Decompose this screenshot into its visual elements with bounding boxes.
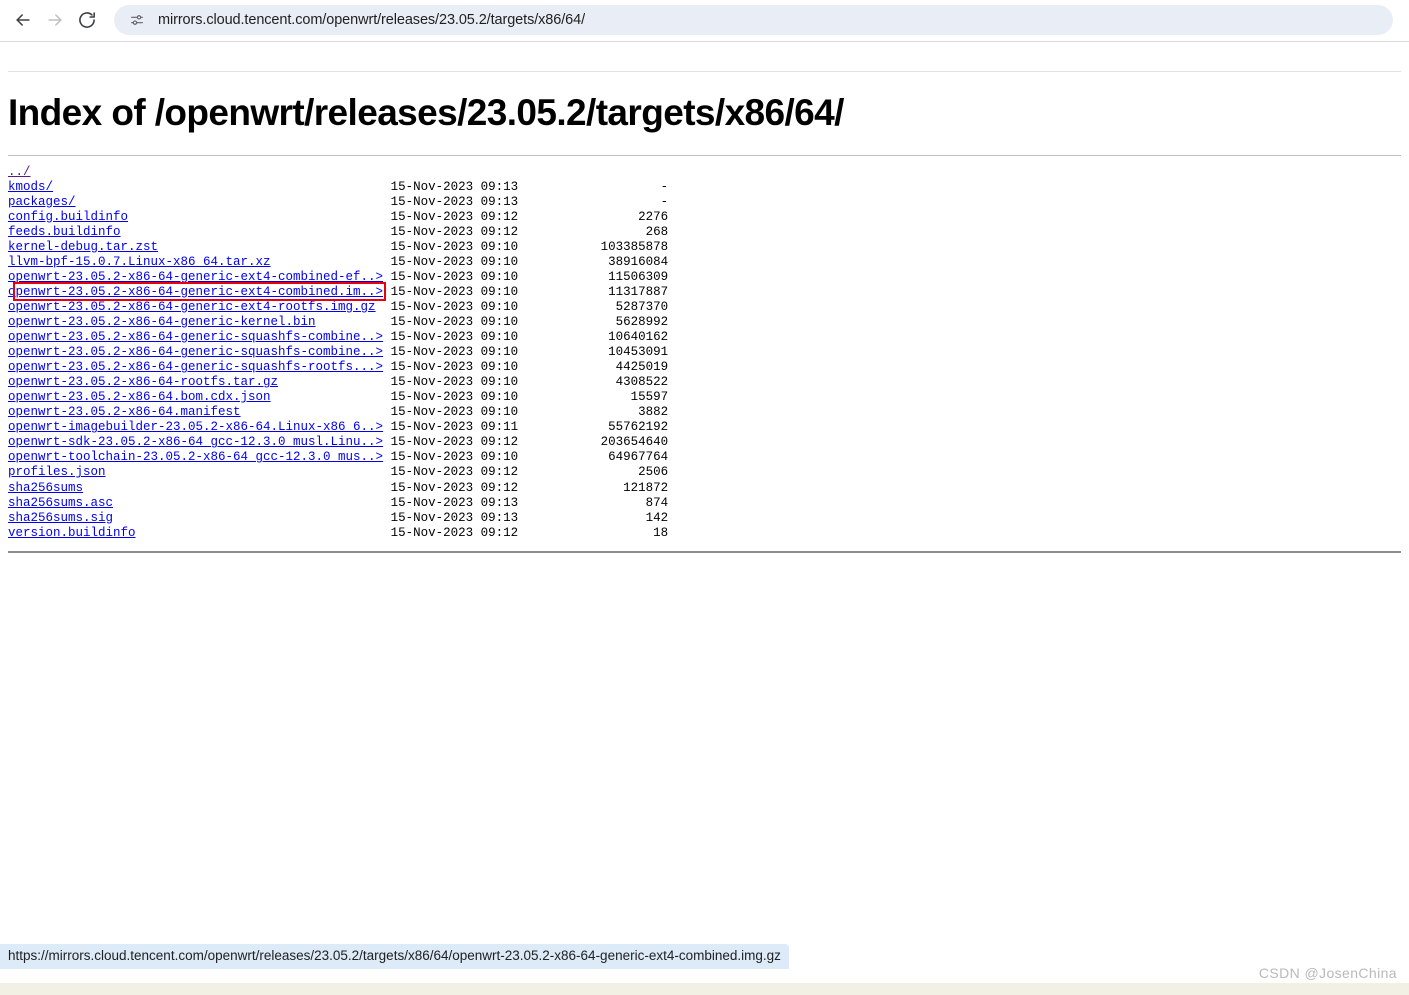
browser-toolbar: mirrors.cloud.tencent.com/openwrt/releas… xyxy=(0,0,1409,40)
file-link[interactable]: kernel-debug.tar.zst xyxy=(8,240,158,254)
file-link[interactable]: sha256sums.sig xyxy=(8,511,113,525)
forward-button[interactable] xyxy=(40,5,70,35)
file-link[interactable]: llvm-bpf-15.0.7.Linux-x86_64.tar.xz xyxy=(8,255,271,269)
file-link[interactable]: openwrt-23.05.2-x86-64-generic-ext4-comb… xyxy=(8,285,383,299)
parent-directory-link[interactable]: ../ xyxy=(8,165,31,179)
file-link[interactable]: kmods/ xyxy=(8,180,53,194)
file-link[interactable]: openwrt-23.05.2-x86-64-generic-ext4-root… xyxy=(8,300,376,314)
reload-button[interactable] xyxy=(72,5,102,35)
forward-arrow-icon xyxy=(45,10,65,30)
file-link[interactable]: sha256sums xyxy=(8,481,83,495)
file-link[interactable]: openwrt-23.05.2-x86-64-generic-squashfs-… xyxy=(8,330,383,344)
file-link[interactable]: openwrt-23.05.2-x86-64-generic-squashfs-… xyxy=(8,360,383,374)
file-link[interactable]: openwrt-23.05.2-x86-64-generic-kernel.bi… xyxy=(8,315,316,329)
directory-listing: ../ kmods/ 15-Nov-2023 09:13 - packages/… xyxy=(8,164,669,540)
page-content: Index of /openwrt/releases/23.05.2/targe… xyxy=(0,42,1409,995)
file-link[interactable]: sha256sums.asc xyxy=(8,496,113,510)
back-button[interactable] xyxy=(8,5,38,35)
file-link[interactable]: profiles.json xyxy=(8,465,106,479)
reload-icon xyxy=(77,10,97,30)
bottom-divider xyxy=(8,550,1401,553)
file-link[interactable]: openwrt-23.05.2-x86-64-generic-ext4-comb… xyxy=(8,270,383,284)
file-link[interactable]: openwrt-23.05.2-x86-64.bom.cdx.json xyxy=(8,390,271,404)
file-link[interactable]: openwrt-toolchain-23.05.2-x86-64_gcc-12.… xyxy=(8,450,383,464)
file-link[interactable]: feeds.buildinfo xyxy=(8,225,121,239)
file-link[interactable]: openwrt-23.05.2-x86-64.manifest xyxy=(8,405,241,419)
status-bar-url: https://mirrors.cloud.tencent.com/openwr… xyxy=(0,944,789,969)
file-link[interactable]: openwrt-23.05.2-x86-64-rootfs.tar.gz xyxy=(8,375,278,389)
site-settings-icon[interactable] xyxy=(128,11,146,29)
file-link[interactable]: version.buildinfo xyxy=(8,526,136,540)
address-bar[interactable]: mirrors.cloud.tencent.com/openwrt/releas… xyxy=(114,5,1393,35)
title-divider xyxy=(8,154,1401,156)
back-arrow-icon xyxy=(13,10,33,30)
file-link[interactable]: openwrt-sdk-23.05.2-x86-64_gcc-12.3.0_mu… xyxy=(8,435,383,449)
file-link[interactable]: openwrt-imagebuilder-23.05.2-x86-64.Linu… xyxy=(8,420,383,434)
file-link[interactable]: config.buildinfo xyxy=(8,210,128,224)
file-link[interactable]: openwrt-23.05.2-x86-64-generic-squashfs-… xyxy=(8,345,383,359)
bottom-strip xyxy=(0,983,1409,995)
page-title: Index of /openwrt/releases/23.05.2/targe… xyxy=(8,92,844,133)
file-link[interactable]: packages/ xyxy=(8,195,76,209)
watermark: CSDN @JosenChina xyxy=(1258,965,1397,981)
top-divider xyxy=(8,71,1401,72)
address-bar-text[interactable]: mirrors.cloud.tencent.com/openwrt/releas… xyxy=(158,12,585,28)
